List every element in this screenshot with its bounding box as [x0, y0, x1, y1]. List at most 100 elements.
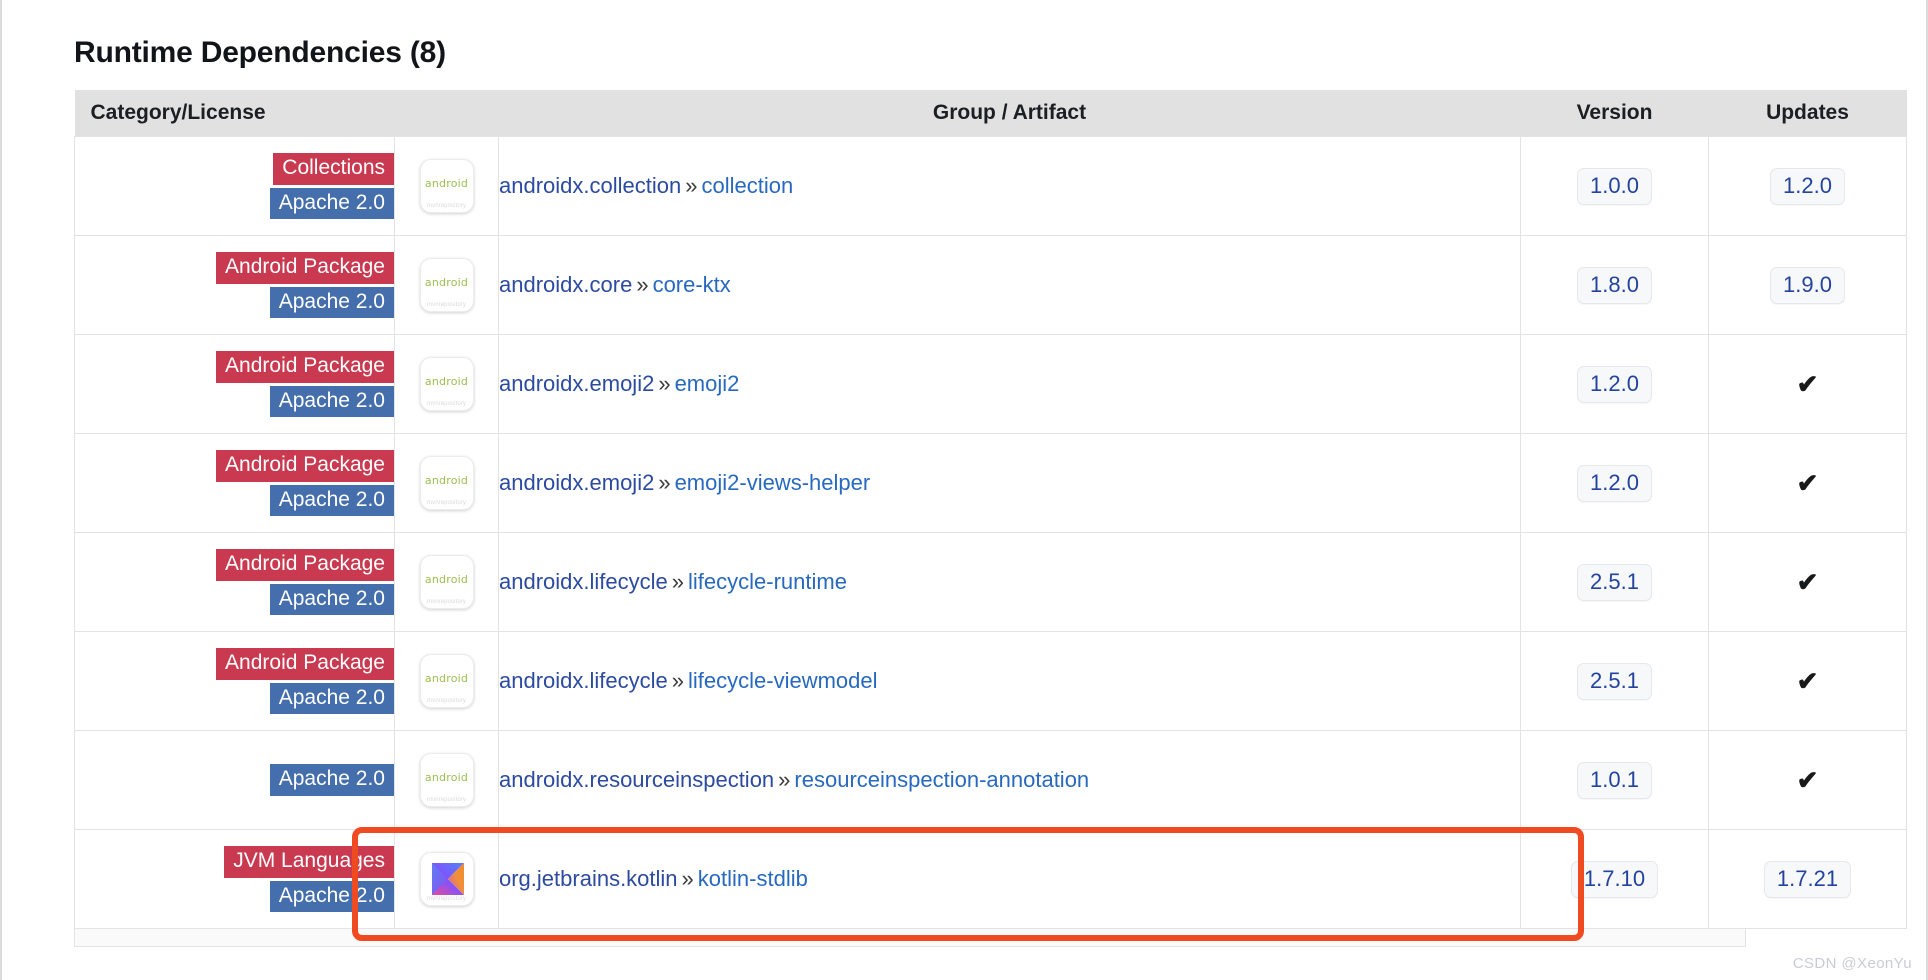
license-badge[interactable]: Apache 2.0: [269, 583, 394, 616]
category-badge[interactable]: Android Package: [216, 647, 394, 680]
cell-version: 1.8.0: [1520, 235, 1709, 335]
cell-category-license: Collections Apache 2.0: [74, 136, 395, 236]
table-header: Category/License Group / Artifact Versio…: [74, 90, 1907, 137]
version-badge[interactable]: 1.0.1: [1577, 761, 1652, 799]
cell-updates: ✔: [1708, 532, 1907, 632]
cell-updates: ✔: [1708, 730, 1907, 830]
category-badge[interactable]: Collections: [273, 152, 394, 185]
table-header-row: Category/License Group / Artifact Versio…: [74, 90, 1907, 137]
license-badge[interactable]: Apache 2.0: [269, 880, 394, 913]
android-icon-watermark: mvnrepository: [427, 203, 466, 209]
cell-category-license: Android Package Apache 2.0: [74, 235, 395, 335]
cell-group-artifact: androidx.collection» collection: [498, 136, 1521, 236]
group-link[interactable]: androidx.emoji2: [499, 470, 654, 495]
cell-category-license: Android Package Apache 2.0: [74, 532, 395, 632]
badge-stack: Android Package Apache 2.0: [75, 350, 394, 418]
kotlin-icon-watermark: mvnrepository: [427, 896, 466, 902]
update-version-badge[interactable]: 1.9.0: [1770, 266, 1845, 304]
artifact-link[interactable]: lifecycle-runtime: [688, 569, 847, 594]
android-icon-label: android: [424, 276, 469, 289]
artifact-link[interactable]: collection: [701, 173, 793, 198]
update-version-badge[interactable]: 1.2.0: [1770, 167, 1845, 205]
table-row[interactable]: JVM Languages Apache 2.0 mvnrepository org.…: [74, 829, 1907, 929]
table-row[interactable]: Apache 2.0 android mvnrepository androidx.r…: [74, 730, 1907, 830]
license-badge[interactable]: Apache 2.0: [269, 764, 394, 796]
artifact-link[interactable]: resourceinspection-annotation: [794, 767, 1089, 792]
table-row[interactable]: Android Package Apache 2.0 android mvnrepos…: [74, 433, 1907, 533]
artifact-link[interactable]: core-ktx: [653, 272, 731, 297]
column-header-version[interactable]: Version: [1520, 90, 1709, 137]
category-badge[interactable]: JVM Languages: [224, 845, 394, 878]
cell-updates: 1.2.0: [1708, 136, 1907, 236]
group-artifact-separator: »: [685, 173, 698, 198]
table-row[interactable]: Android Package Apache 2.0 android mvnrepos…: [74, 532, 1907, 632]
android-icon-label: android: [424, 573, 469, 586]
group-link[interactable]: androidx.resourceinspection: [499, 767, 774, 792]
column-header-category-license[interactable]: Category/License: [74, 90, 395, 137]
cell-package-icon: android mvnrepository: [394, 532, 499, 632]
update-version-badge[interactable]: 1.7.21: [1763, 860, 1852, 898]
table-row[interactable]: Collections Apache 2.0 android mvnrepositor…: [74, 136, 1907, 236]
cell-group-artifact: androidx.emoji2» emoji2-views-helper: [498, 433, 1521, 533]
android-icon-label: android: [424, 375, 469, 388]
badge-stack: Apache 2.0: [75, 764, 394, 796]
group-link[interactable]: androidx.core: [499, 272, 632, 297]
group-link[interactable]: androidx.lifecycle: [499, 668, 668, 693]
version-badge[interactable]: 1.7.10: [1570, 860, 1659, 898]
up-to-date-check-icon: ✔: [1796, 566, 1819, 597]
table-row[interactable]: Android Package Apache 2.0 android mvnrepos…: [74, 334, 1907, 434]
version-badge[interactable]: 1.0.0: [1577, 167, 1652, 205]
android-icon-label: android: [424, 177, 469, 190]
group-link[interactable]: org.jetbrains.kotlin: [499, 866, 678, 891]
android-icon: android mvnrepository: [419, 753, 474, 807]
android-icon-watermark: mvnrepository: [427, 599, 466, 605]
android-icon-watermark: mvnrepository: [427, 797, 466, 803]
group-link[interactable]: androidx.lifecycle: [499, 569, 668, 594]
cell-updates: 1.9.0: [1708, 235, 1907, 335]
watermark: CSDN @XeonYu: [1792, 955, 1912, 972]
table-row[interactable]: Android Package Apache 2.0 android mvnrepos…: [74, 631, 1907, 731]
version-badge[interactable]: 2.5.1: [1577, 563, 1652, 601]
table-row[interactable]: Android Package Apache 2.0 android mvnrepos…: [74, 235, 1907, 335]
cell-package-icon: android mvnrepository: [394, 334, 499, 434]
license-badge[interactable]: Apache 2.0: [269, 385, 394, 418]
group-artifact-separator: »: [778, 767, 791, 792]
table-footer-strip: [74, 929, 1746, 947]
group-link[interactable]: androidx.emoji2: [499, 371, 654, 396]
group-artifact-separator: »: [658, 470, 671, 495]
artifact-link[interactable]: kotlin-stdlib: [698, 866, 808, 891]
cell-version: 1.2.0: [1520, 433, 1709, 533]
cell-category-license: Android Package Apache 2.0: [74, 631, 395, 731]
artifact-link[interactable]: lifecycle-viewmodel: [688, 668, 878, 693]
version-badge[interactable]: 1.2.0: [1577, 464, 1652, 502]
artifact-link[interactable]: emoji2-views-helper: [675, 470, 871, 495]
cell-category-license: JVM Languages Apache 2.0: [74, 829, 395, 929]
license-badge[interactable]: Apache 2.0: [269, 187, 394, 220]
kotlin-logo-glyph: [431, 863, 464, 895]
column-header-updates[interactable]: Updates: [1708, 90, 1907, 137]
license-badge[interactable]: Apache 2.0: [269, 484, 394, 517]
cell-updates: ✔: [1708, 334, 1907, 434]
version-badge[interactable]: 1.8.0: [1577, 266, 1652, 304]
license-badge[interactable]: Apache 2.0: [269, 286, 394, 319]
category-badge[interactable]: Android Package: [216, 548, 394, 581]
artifact-link[interactable]: emoji2: [675, 371, 740, 396]
cell-package-icon: android mvnrepository: [394, 730, 499, 830]
cell-updates: ✔: [1708, 631, 1907, 731]
cell-version: 1.0.0: [1520, 136, 1709, 236]
up-to-date-check-icon: ✔: [1796, 764, 1819, 795]
android-icon: android mvnrepository: [419, 555, 474, 609]
version-badge[interactable]: 1.2.0: [1577, 365, 1652, 403]
group-link[interactable]: androidx.collection: [499, 173, 681, 198]
license-badge[interactable]: Apache 2.0: [269, 682, 394, 715]
android-icon: android mvnrepository: [419, 456, 474, 510]
version-badge[interactable]: 2.5.1: [1577, 662, 1652, 700]
kotlin-icon: mvnrepository: [419, 852, 474, 906]
category-badge[interactable]: Android Package: [216, 251, 394, 284]
category-badge[interactable]: Android Package: [216, 449, 394, 482]
column-header-group-artifact[interactable]: Group / Artifact: [498, 90, 1521, 137]
category-badge[interactable]: Android Package: [216, 350, 394, 383]
cell-updates: ✔: [1708, 433, 1907, 533]
badge-stack: Android Package Apache 2.0: [75, 449, 394, 517]
up-to-date-check-icon: ✔: [1796, 368, 1819, 399]
